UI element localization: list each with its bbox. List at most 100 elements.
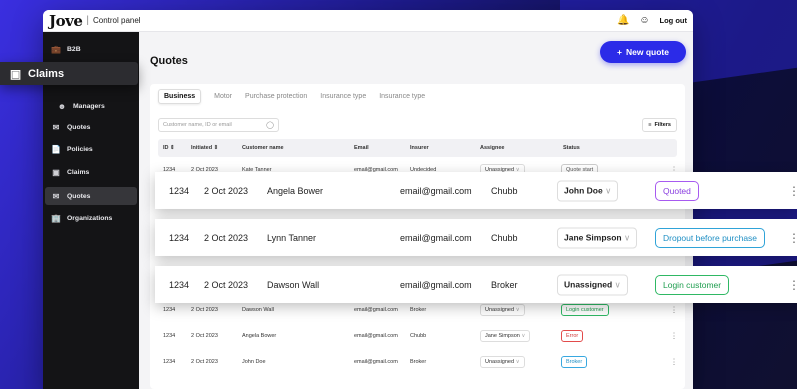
bell-icon[interactable]: 🔔 — [617, 15, 629, 27]
col-initiated[interactable]: Initiated ⇕ — [191, 145, 218, 151]
col-insurer: Insurer — [410, 145, 429, 151]
assignee-dropdown[interactable]: Unassigned ∨ — [480, 356, 525, 368]
cell-date: 2 Oct 2023 — [191, 307, 218, 313]
cell-date: 2 Oct 2023 — [191, 333, 218, 339]
sidebar-item-claims[interactable]: ▣ Claims — [45, 163, 137, 181]
assignee-dropdown[interactable]: Unassigned ∨ — [557, 274, 628, 295]
cell-email: email@gmail.com — [354, 359, 398, 365]
cell-insurer: Chubb — [410, 333, 427, 339]
cell-email: email@gmail.com — [354, 307, 398, 313]
cell-name: John Doe — [242, 359, 266, 365]
assignee-dropdown[interactable]: Jane Simpson ∨ — [480, 330, 531, 342]
cell-id: 1234 — [169, 232, 190, 243]
filters-button[interactable]: ≡ Filters — [642, 118, 677, 132]
cell-id: 1234 — [163, 333, 176, 339]
sidebar-item-label: Quotes — [67, 123, 91, 131]
cell-insurer: Broker — [410, 307, 427, 313]
more-icon[interactable]: ⋮ — [788, 231, 797, 245]
tab-insurance-type[interactable]: Insurance type — [320, 93, 366, 100]
col-assignee: Assignee — [480, 145, 505, 151]
status-badge: Error — [561, 330, 584, 342]
col-customer-name: Customer name — [242, 145, 284, 151]
more-icon[interactable]: ⋮ — [788, 278, 797, 292]
more-icon[interactable]: ⋮ — [670, 358, 678, 367]
col-email: Email — [354, 145, 369, 151]
sidebar-item-label: Policies — [67, 145, 93, 153]
assignee-label: Unassigned — [485, 359, 515, 365]
assignee-dropdown[interactable]: Unassigned ∨ — [480, 304, 525, 316]
sidebar-item-policies[interactable]: 📄 Policies — [45, 140, 137, 158]
assignee-label: John Doe — [564, 185, 603, 195]
tab-motor[interactable]: Motor — [214, 93, 232, 100]
claims-icon: ▣ — [9, 66, 22, 81]
cell-email: email@gmail.com — [400, 232, 472, 243]
cell-id: 1234 — [169, 279, 190, 290]
tab-insurance-type-2[interactable]: Insurance type — [379, 93, 425, 100]
assignee-label: Unassigned — [564, 279, 613, 289]
status-badge: Login customer — [561, 304, 609, 316]
user-circle-icon[interactable]: ☺ — [639, 15, 651, 27]
cell-id: 1234 — [163, 307, 176, 313]
filters-label: Filters — [654, 122, 671, 128]
panel-label: Control panel — [92, 16, 141, 25]
cell-insurer: Chubb — [491, 185, 518, 196]
assignee-dropdown[interactable]: John Doe ∨ — [557, 180, 619, 201]
sidebar-item-b2b[interactable]: 💼 B2B — [45, 40, 137, 58]
sidebar-item-quotes-active[interactable]: ✉ Quotes — [45, 187, 137, 205]
topbar: Jove | Control panel 🔔 ☺ Log out — [43, 10, 693, 32]
cell-insurer: Chubb — [491, 232, 518, 243]
brand-separator: | — [86, 15, 89, 26]
search-input[interactable]: Customer name, ID or email ◯ — [158, 118, 279, 132]
cell-date: 2 Oct 2023 — [191, 359, 218, 365]
status-badge: Quoted — [655, 180, 699, 201]
col-id[interactable]: ID ⇕ — [163, 145, 175, 151]
tab-purchase-protection[interactable]: Purchase protection — [245, 93, 307, 100]
floating-table-row[interactable]: 1234 2 Oct 2023 Dawson Wall email@gmail.com… — [155, 266, 797, 303]
sidebar-item-label: Managers — [73, 102, 105, 110]
cell-insurer: Broker — [491, 279, 518, 290]
new-quote-button[interactable]: + New quote — [600, 41, 686, 63]
sidebar-item-organizations[interactable]: 🏢 Organizations — [45, 209, 137, 227]
cell-name: Dawson Wall — [242, 307, 274, 313]
assignee-label: Jane Simpson — [564, 232, 622, 242]
cell-name: Dawson Wall — [267, 279, 320, 290]
briefcase-icon: 💼 — [51, 44, 61, 54]
table-row[interactable]: 1234 2 Oct 2023 Angela Bower email@gmail.co… — [158, 325, 678, 347]
more-icon[interactable]: ⋮ — [788, 184, 797, 198]
tabs: Business Motor Purchase protection Insur… — [158, 89, 425, 104]
cell-email: email@gmail.com — [400, 279, 472, 290]
claims-icon: ▣ — [52, 167, 60, 177]
sidebar-item-label: Organizations — [67, 214, 113, 222]
sidebar-item-managers[interactable]: ☻ Managers — [51, 97, 137, 115]
tab-business[interactable]: Business — [158, 89, 202, 104]
table-row[interactable]: 1234 2 Oct 2023 John Doe email@gmail.com Bro… — [158, 351, 678, 373]
document-icon: 📄 — [51, 144, 61, 154]
more-icon[interactable]: ⋮ — [670, 306, 678, 315]
sidebar: 💼 B2B ☻ Managers ✉ Quotes 📄 Policies ▣ C… — [43, 32, 139, 389]
cell-name: Angela Bower — [242, 333, 277, 339]
topbar-actions: 🔔 ☺ Log out — [617, 15, 688, 27]
logout-link[interactable]: Log out — [660, 16, 688, 25]
cell-date: 2 Oct 2023 — [204, 279, 249, 290]
chevron-down-icon: ∨ — [602, 185, 612, 195]
stage: Jove | Control panel 🔔 ☺ Log out 💼 B2B ☻… — [0, 0, 797, 389]
page-title: Quotes — [150, 55, 188, 67]
more-icon[interactable]: ⋮ — [670, 332, 678, 341]
chevron-down-icon: ∨ — [519, 333, 526, 339]
chevron-down-icon: ∨ — [514, 359, 520, 365]
cell-id: 1234 — [169, 185, 190, 196]
claims-popup[interactable]: ▣ Claims — [0, 62, 138, 85]
chevron-down-icon: ∨ — [514, 307, 520, 313]
status-badge: Dropout before purchase — [655, 227, 766, 248]
cell-insurer: Broker — [410, 359, 427, 365]
chevron-down-icon: ∨ — [612, 279, 621, 289]
col-status: Status — [563, 145, 580, 151]
status-badge: Login customer — [655, 274, 730, 295]
sidebar-item-quotes[interactable]: ✉ Quotes — [45, 118, 137, 136]
chevron-down-icon: ∨ — [621, 232, 631, 242]
assignee-dropdown[interactable]: Jane Simpson ∨ — [557, 227, 638, 248]
users-icon: ☻ — [57, 101, 67, 111]
cell-name: Lynn Tanner — [267, 232, 317, 243]
floating-table-row[interactable]: 1234 2 Oct 2023 Lynn Tanner email@gmail.com… — [155, 219, 797, 256]
floating-table-row[interactable]: 1234 2 Oct 2023 Angela Bower email@gmail.co… — [155, 172, 797, 209]
